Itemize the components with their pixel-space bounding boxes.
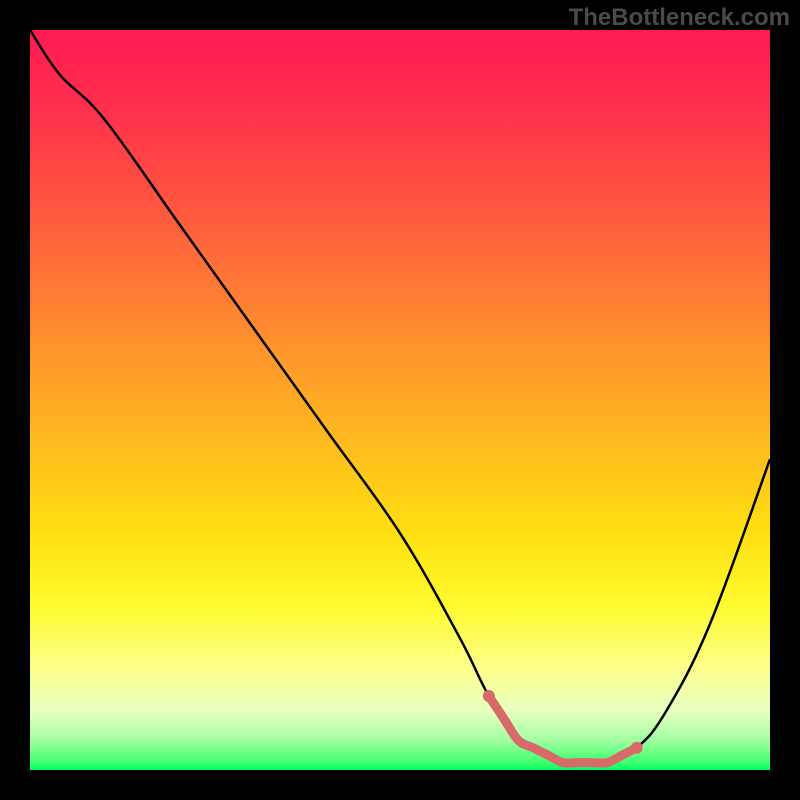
optimal-range-highlight [489,696,637,763]
optimal-start-marker [483,690,495,702]
curve-svg [30,30,770,770]
bottleneck-curve [30,30,770,765]
optimal-end-marker [631,742,643,754]
watermark-text: TheBottleneck.com [569,4,790,32]
plot-area [30,30,770,770]
